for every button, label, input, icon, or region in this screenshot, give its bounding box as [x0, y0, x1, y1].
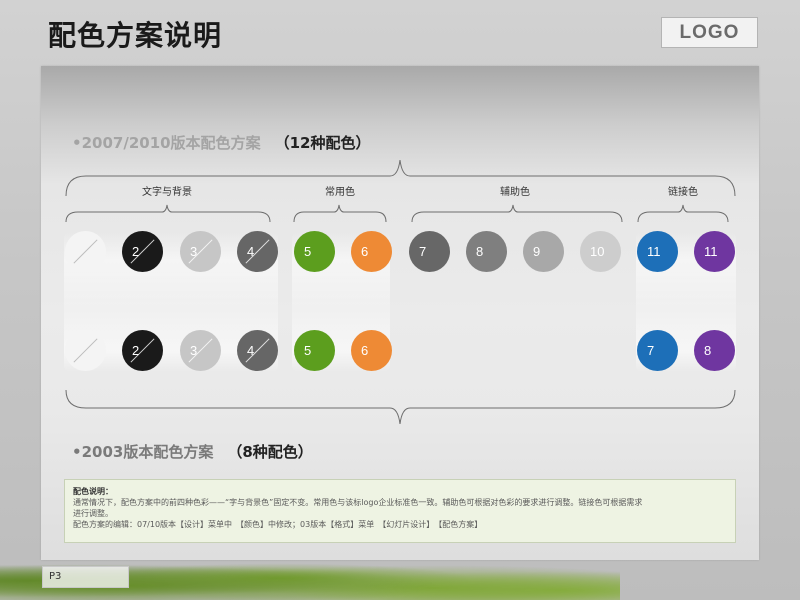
swatch-2010-6: 6 [351, 231, 392, 272]
swatch-2010-4: 4 [237, 231, 278, 272]
note-line-3: 配色方案的编辑：07/10版本【设计】菜单中 【颜色】中修改；03版本【格式】菜… [73, 520, 483, 529]
swatch-2003-2: 2 [122, 330, 163, 371]
note-line-1: 通常情况下，配色方案中的前四种色彩——“字与背景色”固定不变。常用色与该标log… [73, 498, 643, 507]
swatch-2003-1 [65, 330, 106, 371]
note-line-2: 进行调整。 [73, 509, 113, 518]
group-label-common: 常用色 [325, 187, 355, 198]
swatch-2003-5: 5 [294, 330, 335, 371]
swatch-2010-2: 2 [122, 231, 163, 272]
group-label-text-bg: 文字与背景 [142, 187, 192, 198]
swatch-2010-8: 8 [466, 231, 507, 272]
swatch-2003-3: 3 [180, 330, 221, 371]
color-note-box: 配色说明： 通常情况下，配色方案中的前四种色彩——“字与背景色”固定不变。常用色… [64, 479, 736, 543]
swatch-2003-8: 8 [694, 330, 735, 371]
section-heading-2003: •2003版本配色方案 （8种配色） [72, 441, 313, 462]
swatch-2003-4: 4 [237, 330, 278, 371]
section-label-2003: •2003版本配色方案 [72, 443, 214, 461]
swatch-2010-12: 11 [694, 231, 735, 272]
brace-link [637, 204, 729, 223]
brace-auxiliary [411, 204, 623, 223]
swatch-2010-1 [65, 231, 106, 272]
swatch-2010-3: 3 [180, 231, 221, 272]
brace-text-bg [65, 204, 271, 223]
bottom-brace [65, 389, 736, 425]
section-count-2003: （8种配色） [227, 443, 313, 461]
note-title: 配色说明： [73, 487, 113, 496]
group-label-auxiliary: 辅助色 [500, 187, 530, 198]
page-number: P3 [42, 566, 129, 588]
group-label-link: 链接色 [668, 187, 698, 198]
swatch-2010-9: 9 [523, 231, 564, 272]
brace-common [293, 204, 387, 223]
swatch-2003-7: 7 [637, 330, 678, 371]
swatch-2010-7: 7 [409, 231, 450, 272]
swatch-2010-5: 5 [294, 231, 335, 272]
swatch-2003-6: 6 [351, 330, 392, 371]
swatch-2010-10: 10 [580, 231, 621, 272]
swatch-2010-11: 11 [637, 231, 678, 272]
